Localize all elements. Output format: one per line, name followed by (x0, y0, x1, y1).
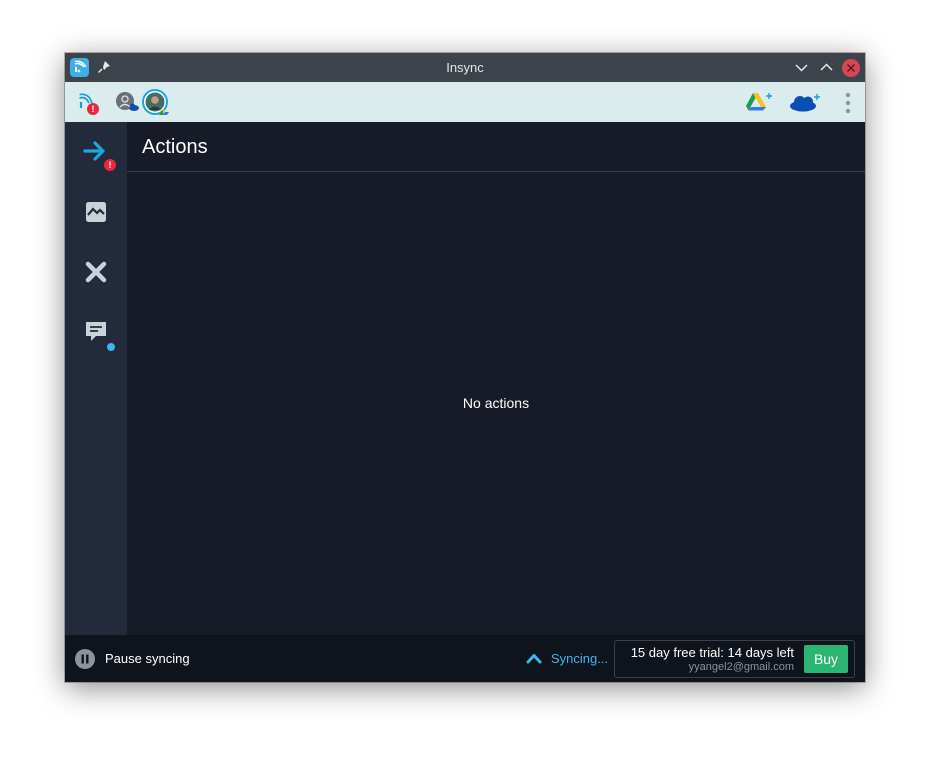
minimize-icon[interactable] (793, 59, 810, 76)
main-panel: Actions No actions (127, 122, 865, 635)
buy-button[interactable]: Buy (804, 645, 848, 673)
gdrive-account-avatar[interactable] (142, 89, 170, 117)
status-bar: Pause syncing Syncing... 15 day free tri… (65, 635, 865, 682)
sync-signal-icon[interactable]: ! (77, 91, 103, 117)
empty-state-text: No actions (462, 395, 530, 411)
x-icon (85, 261, 107, 283)
message-icon (86, 322, 106, 341)
insync-window: Insync ! ! Actions No actions Pause sync… (65, 53, 865, 682)
sidebar-item-actions[interactable]: ! (82, 137, 116, 171)
error-badge: ! (87, 103, 99, 115)
window-title: Insync (446, 60, 484, 75)
pause-syncing-button[interactable]: Pause syncing (105, 651, 190, 666)
divider (127, 171, 865, 172)
add-google-drive-icon[interactable] (745, 91, 773, 113)
kebab-menu-icon[interactable] (844, 92, 852, 114)
page-title: Actions (142, 136, 208, 158)
sidebar: ! (65, 122, 127, 635)
trial-panel: 15 day free trial: 14 days left yyangel2… (614, 640, 855, 678)
maximize-icon[interactable] (818, 59, 835, 76)
add-onedrive-icon[interactable] (788, 93, 822, 113)
trial-text: 15 day free trial: 14 days left (630, 645, 794, 660)
image-icon (86, 202, 106, 222)
chevron-up-icon (526, 651, 542, 665)
onedrive-account-avatar[interactable] (115, 91, 139, 113)
account-email: yyangel2@gmail.com (688, 661, 794, 673)
close-icon[interactable] (842, 59, 860, 77)
sidebar-item-messages[interactable] (82, 318, 115, 351)
sidebar-item-errors[interactable] (82, 258, 110, 286)
title-bar: Insync (65, 53, 865, 82)
actions-error-badge: ! (104, 159, 116, 171)
syncing-status[interactable]: Syncing... (551, 651, 608, 666)
sidebar-item-feed[interactable] (82, 198, 110, 226)
account-bar: ! (65, 82, 865, 122)
unread-dot (107, 343, 115, 351)
pause-icon[interactable] (75, 649, 95, 669)
